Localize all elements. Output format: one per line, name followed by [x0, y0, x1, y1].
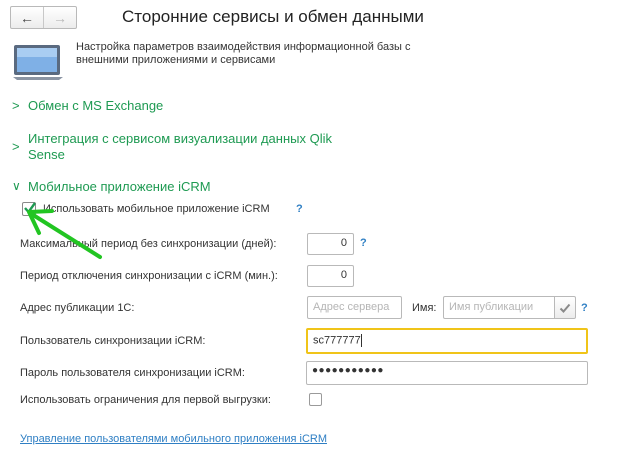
server-address-input[interactable]: Адрес сервера — [307, 296, 402, 319]
section-qlik-sense[interactable]: > Интеграция с сервисом визуализации дан… — [12, 131, 332, 163]
publication-check-button[interactable] — [554, 296, 576, 319]
arrow-right-icon: → — [53, 9, 67, 26]
sync-user-value: sc777777 — [313, 334, 361, 347]
disable-period-label: Период отключения синхронизации с iCRM (… — [20, 270, 278, 282]
section-mobile-icrm[interactable]: ∨ Мобильное приложение iCRM — [12, 179, 211, 195]
sync-password-label: Пароль пользователя синхронизации iCRM: — [20, 367, 245, 379]
chevron-right-icon: > — [12, 139, 20, 154]
section-label-line-1: Интеграция с сервисом визуализации данны… — [28, 131, 332, 146]
publication-address-label: Адрес публикации 1С: — [20, 302, 135, 314]
sync-user-label: Пользователь синхронизации iCRM: — [20, 335, 206, 347]
section-label: Интеграция с сервисом визуализации данны… — [28, 131, 332, 163]
page-title: Сторонние сервисы и обмен данными — [122, 7, 424, 26]
manage-users-link[interactable]: Управление пользователями мобильного при… — [20, 433, 327, 445]
description-line-1: Настройка параметров взаимодействия инфо… — [76, 41, 411, 53]
publication-name-label: Имя: — [412, 302, 437, 314]
section-label: Обмен с MS Exchange — [28, 98, 164, 113]
navigation-buttons: ← → — [10, 6, 77, 29]
text-cursor — [360, 334, 362, 347]
first-upload-limits-checkbox[interactable] — [309, 393, 322, 406]
chevron-down-icon: ∨ — [12, 179, 21, 193]
help-icon[interactable]: ? — [581, 302, 588, 314]
section-label: Мобильное приложение iCRM — [28, 179, 211, 194]
section-label-line-2: Sense — [28, 147, 65, 162]
publication-name-placeholder: Имя публикации — [449, 301, 534, 313]
forward-button[interactable]: → — [43, 7, 76, 28]
back-button[interactable]: ← — [11, 7, 43, 28]
publication-name-input[interactable]: Имя публикации — [443, 296, 555, 319]
monitor-icon — [13, 45, 63, 80]
sync-password-input[interactable]: ●●●●●●●●●●● — [306, 361, 588, 385]
help-icon[interactable]: ? — [296, 203, 303, 215]
checkmark-icon — [559, 303, 571, 313]
page-description: Настройка параметров взаимодействия инфо… — [76, 41, 456, 67]
annotation-arrow-icon — [27, 209, 102, 259]
disable-period-input[interactable]: 0 — [307, 265, 354, 287]
first-upload-limits-label: Использовать ограничения для первой выгр… — [20, 394, 271, 406]
password-mask: ●●●●●●●●●●● — [312, 365, 384, 376]
help-icon[interactable]: ? — [360, 237, 367, 249]
section-ms-exchange[interactable]: > Обмен с MS Exchange — [12, 98, 163, 114]
sync-user-input[interactable]: sc777777 — [306, 328, 588, 354]
arrow-left-icon: ← — [20, 9, 34, 26]
server-address-placeholder: Адрес сервера — [313, 301, 390, 313]
description-line-2: внешними приложениями и сервисами — [76, 54, 276, 66]
max-period-input[interactable]: 0 — [307, 233, 354, 255]
chevron-right-icon: > — [12, 98, 20, 113]
